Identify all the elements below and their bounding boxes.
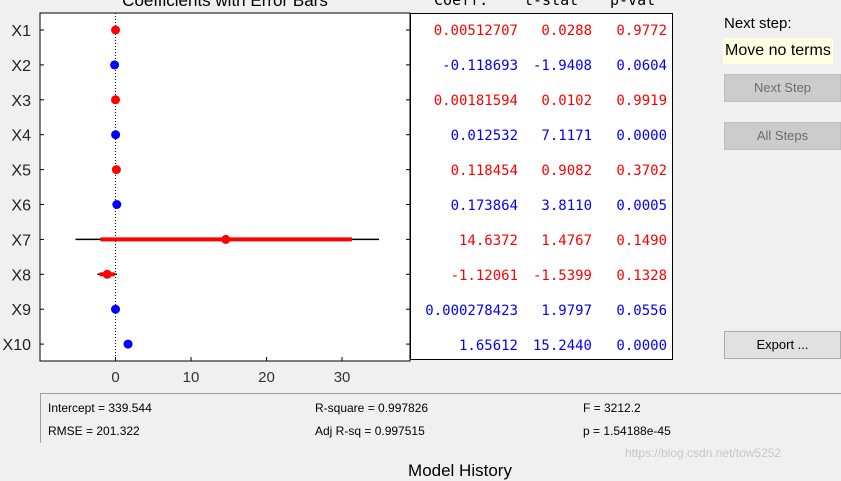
export-button[interactable]: Export ... bbox=[724, 331, 841, 359]
coefficient-point bbox=[111, 95, 121, 105]
t-stat-cell: 0.0102 bbox=[541, 93, 592, 109]
x-tick-label: 0 bbox=[111, 369, 119, 386]
p-val-cell: 0.0000 bbox=[616, 338, 667, 354]
y-tick-label: X7 bbox=[11, 232, 31, 249]
adj-rsq-stat: Adj R-sq = 0.997515 bbox=[315, 424, 425, 438]
y-tick-label: X6 bbox=[11, 198, 31, 215]
plot-axes-box bbox=[39, 12, 411, 362]
table-row: 0.00181594 0.0102 0.9919 bbox=[411, 93, 674, 113]
next-step-suggestion: Move no terms bbox=[723, 38, 833, 64]
p-val-header: p-val bbox=[610, 0, 656, 9]
x-tick-label: 10 bbox=[183, 369, 200, 386]
t-stat-cell: 15.2440 bbox=[532, 338, 592, 354]
y-tick-label: X1 bbox=[11, 23, 31, 40]
watermark: https://blog.csdn.net/tow5252 bbox=[625, 446, 782, 460]
p-val-cell: 0.0604 bbox=[616, 58, 667, 74]
plot-title: Coefficients with Error Bars bbox=[122, 0, 328, 10]
table-row: 0.118454 0.9082 0.3702 bbox=[411, 163, 674, 183]
x-tick-label: 30 bbox=[334, 369, 351, 386]
table-header: Coeff. t-stat p-val bbox=[410, 0, 674, 11]
t-stat-cell: 0.9082 bbox=[541, 163, 592, 179]
rmse-stat: RMSE = 201.322 bbox=[48, 424, 140, 438]
y-tick-label: X8 bbox=[11, 267, 31, 284]
p-val-cell: 0.9919 bbox=[616, 93, 667, 109]
p-val-cell: 0.1328 bbox=[616, 268, 667, 284]
coefficient-point bbox=[123, 339, 133, 349]
t-stat-cell: 1.4767 bbox=[541, 233, 592, 249]
f-stat: F = 3212.2 bbox=[583, 401, 641, 415]
t-stat-cell: -1.9408 bbox=[532, 58, 592, 74]
t-stat-header: t-stat bbox=[524, 0, 579, 9]
table-row: 0.012532 7.1171 0.0000 bbox=[411, 128, 674, 148]
p-val-cell: 0.1490 bbox=[616, 233, 667, 249]
p-val-cell: 0.0556 bbox=[616, 303, 667, 319]
table-row: -0.118693 -1.9408 0.0604 bbox=[411, 58, 674, 78]
table-row: 0.00512707 0.0288 0.9772 bbox=[411, 23, 674, 43]
coef-cell: -0.118693 bbox=[442, 58, 518, 74]
t-stat-cell: -1.5399 bbox=[532, 268, 592, 284]
coefficient-point bbox=[111, 25, 121, 35]
table-row: -1.12061 -1.5399 0.1328 bbox=[411, 268, 674, 288]
coefficient-point bbox=[111, 165, 121, 175]
t-stat-cell: 0.0288 bbox=[541, 23, 592, 39]
coef-cell: 0.00512707 bbox=[433, 23, 518, 39]
rsquare-stat: R-square = 0.997826 bbox=[315, 401, 429, 415]
coef-header: Coeff. bbox=[434, 0, 489, 9]
next-step-label: Next step: bbox=[724, 15, 792, 32]
y-tick-label: X2 bbox=[11, 58, 31, 75]
x-tick-label: 20 bbox=[258, 369, 275, 386]
model-history-title: Model History bbox=[408, 461, 512, 480]
table-row: 0.000278423 1.9797 0.0556 bbox=[411, 303, 674, 323]
model-statistics-panel: Intercept = 339.544 RMSE = 201.322 R-squ… bbox=[40, 393, 841, 443]
all-steps-button[interactable]: All Steps bbox=[724, 122, 841, 150]
p-value-stat: p = 1.54188e-45 bbox=[583, 424, 671, 438]
coef-cell: 0.000278423 bbox=[425, 303, 518, 319]
p-val-cell: 0.0005 bbox=[616, 198, 667, 214]
y-tick-label: X10 bbox=[3, 337, 32, 354]
table-row: 0.173864 3.8110 0.0005 bbox=[411, 198, 674, 218]
coef-cell: 0.00181594 bbox=[433, 93, 518, 109]
coef-cell: 14.6372 bbox=[458, 233, 518, 249]
t-stat-cell: 1.9797 bbox=[541, 303, 592, 319]
y-tick-label: X4 bbox=[11, 128, 31, 145]
p-val-cell: 0.0000 bbox=[616, 128, 667, 144]
p-val-cell: 0.3702 bbox=[616, 163, 667, 179]
t-stat-cell: 7.1171 bbox=[541, 128, 592, 144]
table-row: 1.65612 15.2440 0.0000 bbox=[411, 338, 674, 358]
coefficient-point bbox=[111, 304, 121, 314]
coef-cell: 0.012532 bbox=[450, 128, 518, 144]
y-tick-label: X5 bbox=[11, 163, 31, 180]
coef-cell: 0.118454 bbox=[450, 163, 518, 179]
coef-cell: 1.65612 bbox=[458, 338, 518, 354]
next-step-button[interactable]: Next Step bbox=[724, 74, 841, 102]
coefficient-point bbox=[221, 234, 231, 244]
y-tick-label: X9 bbox=[11, 302, 31, 319]
coef-cell: -1.12061 bbox=[450, 268, 518, 284]
table-row: 14.6372 1.4767 0.1490 bbox=[411, 233, 674, 253]
y-tick-label: X3 bbox=[11, 93, 31, 110]
coefficient-point bbox=[111, 130, 121, 140]
coefficient-point bbox=[110, 60, 120, 70]
t-stat-cell: 3.8110 bbox=[541, 198, 592, 214]
coef-cell: 0.173864 bbox=[450, 198, 518, 214]
coefficient-table: 0.00512707 0.0288 0.9772 -0.118693 -1.9408 0.… bbox=[410, 13, 673, 360]
p-val-cell: 0.9772 bbox=[616, 23, 667, 39]
coefficient-point bbox=[112, 200, 122, 209]
intercept-stat: Intercept = 339.544 bbox=[48, 401, 152, 415]
coefficient-point bbox=[102, 269, 112, 279]
